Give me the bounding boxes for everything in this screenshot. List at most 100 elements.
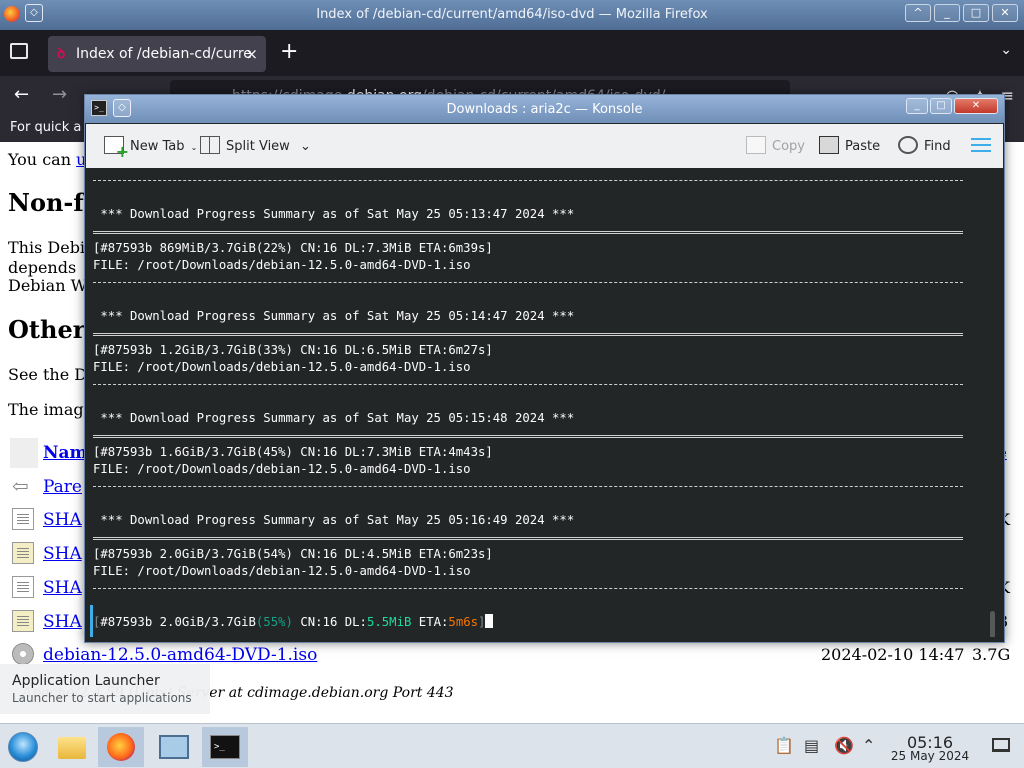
forward-arrow-icon[interactable]: →: [52, 84, 67, 105]
chevron-down-icon[interactable]: ⌄: [1000, 42, 1012, 58]
para-line-1: This Debi: [8, 238, 86, 257]
show-desktop-icon[interactable]: [992, 738, 1010, 752]
minimize-button[interactable]: _: [906, 98, 928, 114]
active-line-marker: [90, 605, 93, 637]
tab-label: Index of /debian-cd/curre: [76, 46, 252, 62]
text-you-can: You can: [8, 150, 71, 169]
application-launcher-button[interactable]: [0, 727, 46, 767]
copy-button[interactable]: Copy: [746, 136, 805, 154]
notes-icon[interactable]: ▤: [804, 736, 819, 755]
progress-line: [#87593b 2.0GiB/3.7GiB(54%) CN:16 DL:4.5…: [93, 547, 493, 561]
konsole-task-button[interactable]: >_: [202, 727, 248, 767]
file-link-1[interactable]: SHA: [43, 510, 82, 530]
konsole-window[interactable]: >_ ◇ Downloads : aria2c — Konsole _ □ ✕ …: [84, 94, 1005, 643]
bookmarks-hint: For quick a: [10, 120, 82, 135]
live-download-speed: 5.5MiB: [366, 615, 412, 629]
back-arrow-icon[interactable]: ←: [14, 84, 29, 105]
split-view-label: Split View: [226, 139, 290, 154]
summary-header: *** Download Progress Summary as of Sat …: [93, 309, 575, 323]
konsole-titlebar[interactable]: >_ ◇ Downloads : aria2c — Konsole _ □ ✕: [85, 95, 1004, 123]
live-progress-percent: (55%): [255, 615, 293, 629]
hamburger-menu-icon[interactable]: [971, 138, 991, 152]
disc-image-icon: [12, 643, 34, 665]
progress-line: [#87593b 869MiB/3.7GiB(22%) CN:16 DL:7.3…: [93, 241, 493, 255]
new-tab-button[interactable]: New Tab ⌄: [104, 136, 198, 161]
maximize-button[interactable]: □: [963, 4, 989, 22]
paste-button[interactable]: Paste: [819, 136, 880, 154]
divider: [93, 282, 963, 283]
folder-icon: [58, 737, 86, 759]
tab-debian-index[interactable]: ꝺ Index of /debian-cd/curre ×: [48, 36, 266, 72]
split-view-icon: [200, 136, 220, 154]
split-view-button[interactable]: Split View ⌄: [200, 136, 311, 154]
divider: [93, 333, 963, 336]
start-orb-icon: [8, 732, 38, 762]
find-button[interactable]: Find: [898, 136, 951, 154]
maximize-button[interactable]: □: [930, 98, 952, 114]
firefox-window-title: Index of /debian-cd/current/amd64/iso-dv…: [316, 7, 708, 22]
chevron-down-icon: ⌄: [299, 139, 311, 154]
taskbar: >_ 📋 ▤ 🔇 ⌃ 05:16 25 May 2024: [0, 723, 1024, 768]
tooltip-title: Application Launcher: [12, 673, 160, 689]
file-line: FILE: /root/Downloads/debian-12.5.0-amd6…: [93, 564, 471, 578]
file-link-3[interactable]: SHA: [43, 578, 82, 598]
divider: [93, 486, 963, 487]
new-tab-label: New Tab: [130, 139, 185, 154]
volume-muted-icon[interactable]: 🔇: [834, 736, 854, 755]
new-tab-icon: [104, 136, 129, 161]
tooltip-subtitle: Launcher to start applications: [12, 691, 192, 705]
dropdown-arrow-icon: ⌄: [190, 143, 198, 152]
tab-close-icon[interactable]: ×: [245, 36, 258, 72]
firefox-titlebar[interactable]: ◇ Index of /debian-cd/current/amd64/iso-…: [0, 0, 1024, 30]
file-line: FILE: /root/Downloads/debian-12.5.0-amd6…: [93, 258, 471, 272]
application-launcher-tooltip: Application Launcher Launcher to start a…: [0, 664, 210, 714]
copy-icon: [746, 136, 766, 154]
column-name-link[interactable]: Nam: [43, 443, 88, 463]
parent-directory-link[interactable]: Pare: [43, 477, 82, 497]
terminal-scrollbar[interactable]: [990, 611, 995, 637]
file-manager-button[interactable]: [48, 727, 94, 767]
live-eta: 5m6s: [448, 615, 479, 629]
close-button[interactable]: ✕: [954, 98, 998, 114]
system-settings-button[interactable]: [150, 727, 196, 767]
terminal-output[interactable]: *** Download Progress Summary as of Sat …: [90, 171, 999, 637]
firefox-tabbar: ꝺ Index of /debian-cd/curre × + ⌄: [0, 30, 1024, 76]
iso-date: 2024-02-10 14:47: [821, 645, 965, 664]
table-header-icon-cell: [10, 438, 38, 468]
file-link-4[interactable]: SHA: [43, 612, 82, 632]
see-the-text: See the D: [8, 365, 88, 384]
live-progress-main: #87593b 2.0GiB/3.7GiB: [100, 615, 256, 629]
signature-file-icon: [12, 542, 34, 564]
live-progress-line: [#87593b 2.0GiB/3.7GiB(55%) CN:16 DL:5.5…: [93, 614, 494, 631]
firefox-task-button[interactable]: [98, 727, 144, 767]
iso-size: 3.7G: [972, 645, 1011, 664]
heading-other: Other: [8, 315, 86, 344]
divider: [93, 588, 963, 589]
bracket-close: ]: [478, 615, 486, 629]
terminal-icon: >_: [210, 735, 240, 759]
summary-header: *** Download Progress Summary as of Sat …: [93, 513, 575, 527]
progress-line: [#87593b 1.6GiB/3.7GiB(45%) CN:16 DL:7.3…: [93, 445, 493, 459]
file-line: FILE: /root/Downloads/debian-12.5.0-amd6…: [93, 462, 471, 476]
clipboard-icon[interactable]: 📋: [774, 736, 794, 755]
new-tab-button[interactable]: +: [280, 40, 298, 64]
para-line-2: depends: [8, 258, 77, 277]
divider: [93, 435, 963, 438]
live-eta-label: ETA:: [411, 615, 449, 629]
iso-file-link[interactable]: debian-12.5.0-amd64-DVD-1.iso: [43, 645, 317, 665]
close-button[interactable]: ✕: [992, 4, 1018, 22]
clock-date[interactable]: 25 May 2024: [880, 749, 980, 763]
file-line: FILE: /root/Downloads/debian-12.5.0-amd6…: [93, 360, 471, 374]
divider: [93, 537, 963, 540]
keep-above-icon[interactable]: ^: [905, 4, 931, 22]
minimize-button[interactable]: _: [934, 4, 960, 22]
tab-list-icon[interactable]: [10, 43, 28, 59]
page-line-you-can: You can u: [8, 150, 86, 169]
para-line-3: Debian W: [8, 276, 88, 295]
search-icon: [898, 136, 918, 154]
find-label: Find: [924, 139, 951, 154]
file-link-2[interactable]: SHA: [43, 544, 82, 564]
paste-icon: [819, 136, 839, 154]
chevron-up-icon[interactable]: ⌃: [862, 736, 875, 755]
monitor-icon: [159, 735, 189, 759]
